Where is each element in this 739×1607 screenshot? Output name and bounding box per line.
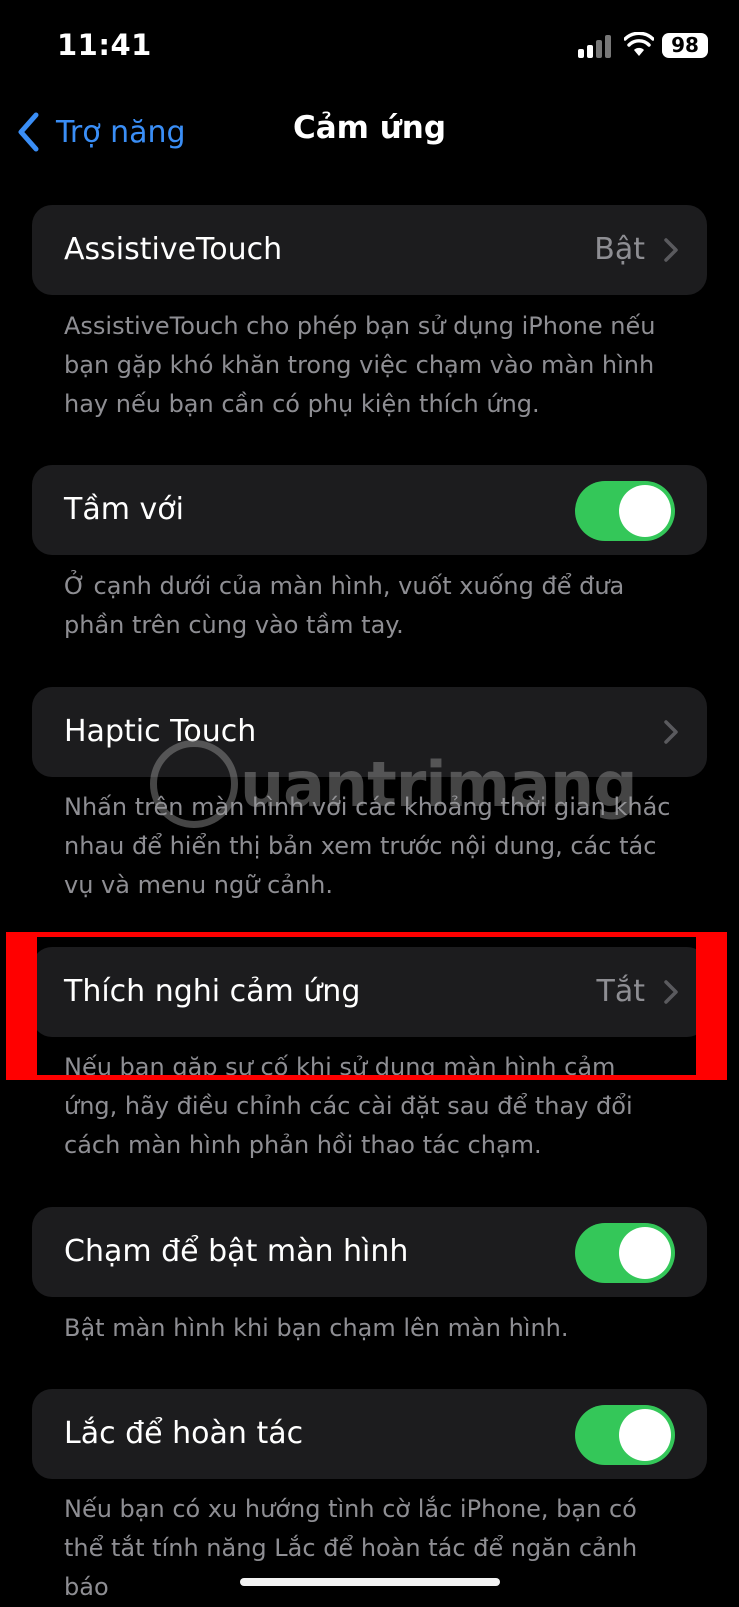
toggle-knob (619, 1227, 671, 1279)
watermark-logo: uantrimang (150, 740, 638, 828)
shake-to-undo-footer: Nếu bạn có xu hướng tình cờ lắc iPhone, … (64, 1495, 638, 1601)
status-bar: 11:41 98 (0, 0, 739, 90)
assistivetouch-row[interactable]: AssistiveTouch Bật (32, 205, 707, 295)
watermark-text: uantrimang (240, 747, 638, 821)
tap-to-wake-label: Chạm để bật màn hình (64, 1234, 409, 1269)
reachability-footer: Ở cạnh dưới của màn hình, vuốt xuống để … (64, 572, 625, 639)
battery-icon: 98 (662, 33, 708, 58)
shake-to-undo-row: Lắc để hoàn tác (32, 1389, 707, 1479)
home-indicator[interactable] (240, 1578, 500, 1586)
red-highlight-box (6, 932, 727, 1080)
assistivetouch-label: AssistiveTouch (64, 232, 283, 267)
assistivetouch-footer: AssistiveTouch cho phép bạn sử dụng iPho… (64, 312, 656, 418)
reachability-row: Tầm với (32, 465, 707, 555)
reachability-label: Tầm với (64, 492, 184, 527)
shake-to-undo-toggle[interactable] (575, 1405, 675, 1465)
toggle-knob (619, 485, 671, 537)
assistivetouch-value: Bật (594, 232, 645, 267)
shake-to-undo-label: Lắc để hoàn tác (64, 1416, 304, 1451)
toggle-knob (619, 1409, 671, 1461)
tap-to-wake-row: Chạm để bật màn hình (32, 1207, 707, 1297)
lightbulb-icon (150, 740, 238, 828)
chevron-right-icon (664, 720, 678, 744)
page-title: Cảm ứng (292, 110, 447, 146)
chevron-right-icon (664, 238, 678, 262)
tap-to-wake-toggle[interactable] (575, 1223, 675, 1283)
tap-to-wake-footer: Bật màn hình khi bạn chạm lên màn hình. (64, 1314, 569, 1342)
reachability-toggle[interactable] (575, 481, 675, 541)
cellular-signal-icon (578, 34, 614, 58)
status-time: 11:41 (57, 28, 152, 62)
wifi-icon (624, 32, 654, 56)
navigation-bar: Trợ năng Cảm ứng (0, 100, 739, 160)
